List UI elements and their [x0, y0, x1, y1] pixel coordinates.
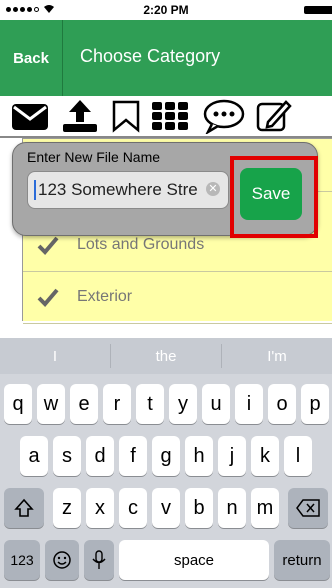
- key[interactable]: i: [235, 384, 263, 424]
- shift-key[interactable]: [4, 488, 44, 528]
- key[interactable]: g: [152, 436, 180, 476]
- key[interactable]: q: [4, 384, 32, 424]
- space-key[interactable]: space: [119, 540, 269, 580]
- key[interactable]: t: [136, 384, 164, 424]
- delete-key[interactable]: [288, 488, 328, 528]
- key[interactable]: m: [251, 488, 279, 528]
- return-key[interactable]: return: [274, 540, 330, 580]
- clear-text-icon[interactable]: ✕: [206, 182, 220, 196]
- status-bar: 2:20 PM: [0, 0, 332, 20]
- dialog-label: Enter New File Name: [27, 149, 161, 165]
- keyboard: I the I'm q w e r t y u i o p a s d f g …: [0, 338, 332, 588]
- text-caret: [34, 180, 36, 200]
- key[interactable]: x: [86, 488, 114, 528]
- key[interactable]: z: [53, 488, 81, 528]
- prediction-item[interactable]: the: [111, 348, 221, 365]
- grid-icon[interactable]: [150, 98, 190, 134]
- prediction-item[interactable]: I'm: [222, 348, 332, 365]
- key[interactable]: e: [70, 384, 98, 424]
- edit-icon[interactable]: [254, 98, 294, 134]
- key[interactable]: w: [37, 384, 65, 424]
- bookmark-icon[interactable]: [108, 98, 144, 134]
- key[interactable]: r: [103, 384, 131, 424]
- file-name-input[interactable]: 123 Somewhere Stre ✕: [27, 171, 229, 209]
- dictation-key[interactable]: [84, 540, 114, 580]
- list-item-label: Exterior: [77, 288, 133, 305]
- key[interactable]: y: [169, 384, 197, 424]
- chat-bubble-icon[interactable]: [202, 98, 246, 134]
- key[interactable]: n: [218, 488, 246, 528]
- shift-arrow-icon: [14, 498, 34, 517]
- key[interactable]: c: [119, 488, 147, 528]
- key[interactable]: d: [86, 436, 114, 476]
- key[interactable]: f: [119, 436, 147, 476]
- key[interactable]: a: [20, 436, 48, 476]
- battery-icon: [304, 6, 332, 14]
- emoji-key[interactable]: [45, 540, 79, 580]
- key[interactable]: s: [53, 436, 81, 476]
- nav-bar: Back Choose Category: [0, 20, 332, 96]
- file-name-value: 123 Somewhere Stre: [38, 180, 198, 199]
- back-button[interactable]: Back: [0, 20, 63, 96]
- list-item[interactable]: Exterior: [23, 271, 332, 324]
- prediction-item[interactable]: I: [0, 348, 110, 365]
- key[interactable]: o: [268, 384, 296, 424]
- key[interactable]: p: [301, 384, 329, 424]
- key[interactable]: h: [185, 436, 213, 476]
- key[interactable]: u: [202, 384, 230, 424]
- backspace-icon: [296, 499, 320, 517]
- prediction-bar: I the I'm: [0, 338, 332, 374]
- page-title: Choose Category: [80, 46, 221, 66]
- list-item-label: Lots and Grounds: [77, 236, 205, 253]
- save-button[interactable]: Save: [240, 168, 302, 220]
- emoji-icon: [53, 551, 71, 569]
- toolbar: [0, 96, 332, 138]
- envelope-icon[interactable]: [10, 98, 50, 134]
- key[interactable]: b: [185, 488, 213, 528]
- numbers-key[interactable]: 123: [4, 540, 40, 580]
- key[interactable]: j: [218, 436, 246, 476]
- checkmark-icon: [37, 288, 59, 307]
- key[interactable]: l: [284, 436, 312, 476]
- key[interactable]: k: [251, 436, 279, 476]
- upload-icon[interactable]: [60, 98, 100, 134]
- status-time: 2:20 PM: [143, 3, 189, 17]
- microphone-icon: [92, 550, 106, 569]
- key[interactable]: v: [152, 488, 180, 528]
- checkmark-icon: [37, 236, 59, 255]
